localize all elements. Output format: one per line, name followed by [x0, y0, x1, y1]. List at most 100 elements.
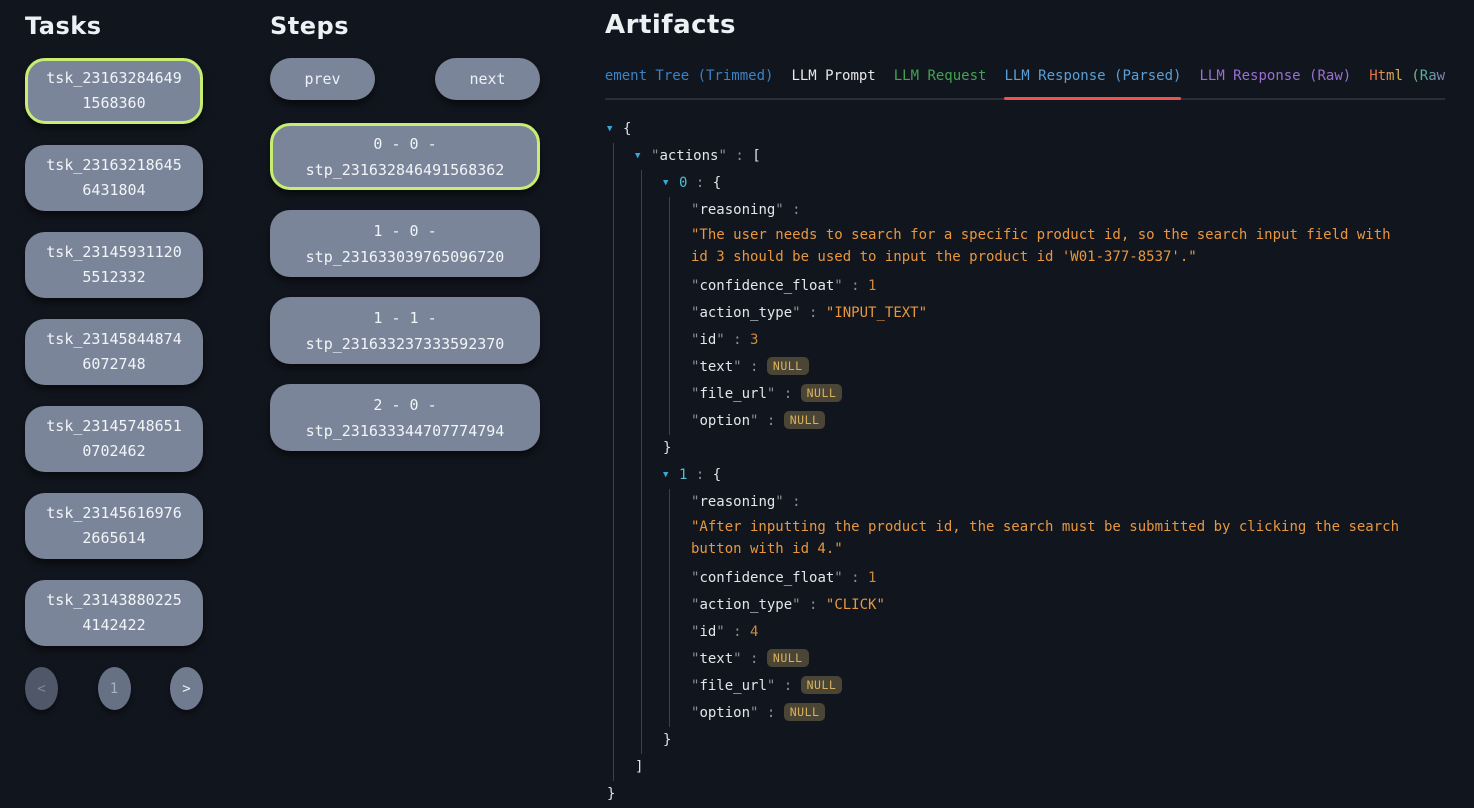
json-token: : — [742, 651, 767, 667]
json-token: { — [713, 175, 721, 191]
step-item-button[interactable]: 1 - 0 - stp_231633039765096720 — [270, 210, 540, 277]
json-token: : — [727, 148, 752, 164]
artifacts-tabbar: Element Tree (Trimmed) LLM Prompt LLM Requ… — [605, 64, 1445, 100]
null-badge: NULL — [784, 411, 826, 429]
json-line: ▼0 : { — [663, 170, 1445, 197]
json-token: : — [687, 467, 712, 483]
json-token: : — [742, 359, 767, 375]
task-item-button[interactable]: tsk_231438802254142422 — [25, 580, 203, 646]
json-token: " — [716, 624, 724, 640]
steps-next-button[interactable]: next — [435, 58, 540, 100]
json-token: " — [775, 494, 783, 510]
task-item-button[interactable]: tsk_231456169762665614 — [25, 493, 203, 559]
json-line: } — [607, 781, 1445, 808]
json-line: "action_type" : "INPUT_TEXT" — [691, 300, 1445, 327]
step-item-button[interactable]: 1 - 1 - stp_231633237333592370 — [270, 297, 540, 364]
json-token: : — [843, 570, 868, 586]
json-line: "id" : 3 — [691, 327, 1445, 354]
artifact-tab[interactable]: Element Tree (Trimmed) — [605, 64, 773, 98]
json-token: ] — [635, 759, 643, 775]
json-line: "confidence_float" : 1 — [691, 273, 1445, 300]
json-string-value: "The user needs to search for a specific… — [691, 224, 1415, 268]
json-token: : — [725, 332, 750, 348]
json-key: confidence_float — [699, 570, 834, 586]
json-line: "text" : NULL — [691, 646, 1445, 673]
collapse-toggle-icon[interactable]: ▼ — [663, 462, 668, 489]
json-line: ▼1 : { — [663, 462, 1445, 489]
pagination-page-1-button[interactable]: 1 — [98, 667, 131, 710]
steps-panel: Steps prev next 0 - 0 - stp_231632846491… — [270, 12, 540, 471]
json-key: actions — [659, 148, 718, 164]
null-badge: NULL — [767, 649, 809, 667]
null-badge: NULL — [801, 384, 843, 402]
json-key: option — [699, 413, 750, 429]
json-token: { — [713, 467, 721, 483]
null-badge: NULL — [784, 703, 826, 721]
task-item-button[interactable]: tsk_231458448746072748 — [25, 319, 203, 385]
task-item-button[interactable]: tsk_231457486510702462 — [25, 406, 203, 472]
json-number-value: 1 — [868, 278, 876, 294]
json-token: " — [792, 597, 800, 613]
artifact-tab[interactable]: LLM Request — [894, 64, 987, 98]
pagination-next-button[interactable]: > — [170, 667, 203, 710]
artifact-tab[interactable]: LLM Prompt — [791, 64, 875, 98]
json-line: "confidence_float" : 1 — [691, 565, 1445, 592]
json-token: " — [733, 651, 741, 667]
artifact-tab[interactable]: Html (Raw) — [1369, 64, 1445, 98]
json-key: action_type — [699, 597, 792, 613]
null-badge: NULL — [801, 676, 843, 694]
json-token: " — [733, 359, 741, 375]
json-token: " — [775, 202, 783, 218]
json-token: : — [758, 413, 783, 429]
json-token: : — [843, 278, 868, 294]
json-key: option — [699, 705, 750, 721]
task-item-button[interactable]: tsk_231632186456431804 — [25, 145, 203, 211]
steps-nav: prev next — [270, 58, 540, 100]
json-token: " — [834, 278, 842, 294]
json-token: : — [784, 494, 801, 510]
json-block: ▼"actions" : [▼0 : {"reasoning" :"The us… — [613, 143, 1445, 781]
json-key: reasoning — [699, 494, 775, 510]
pagination-prev-button[interactable]: < — [25, 667, 58, 710]
json-line: "option" : NULL — [691, 408, 1445, 435]
json-line: ] — [635, 754, 1445, 781]
json-token: : — [775, 678, 800, 694]
json-token: " — [716, 332, 724, 348]
steps-prev-button[interactable]: prev — [270, 58, 375, 100]
task-pagination: < 1 > — [25, 667, 203, 710]
collapse-toggle-icon[interactable]: ▼ — [635, 143, 640, 170]
json-line: ▼{ — [607, 116, 1445, 143]
json-token: : — [801, 597, 826, 613]
json-key: action_type — [699, 305, 792, 321]
json-token: : — [775, 386, 800, 402]
tasks-panel: Tasks tsk_231632846491568360 tsk_23163218… — [25, 12, 203, 710]
task-item-button[interactable]: tsk_231632846491568360 — [25, 58, 203, 124]
null-badge: NULL — [767, 357, 809, 375]
step-item-button[interactable]: 2 - 0 - stp_231633344707774794 — [270, 384, 540, 451]
json-key: id — [699, 624, 716, 640]
steps-title: Steps — [270, 12, 540, 40]
json-token: : — [725, 624, 750, 640]
json-number-value: 1 — [868, 570, 876, 586]
json-tree-view: ▼{▼"actions" : [▼0 : {"reasoning" :"The … — [605, 116, 1445, 808]
collapse-toggle-icon[interactable]: ▼ — [607, 116, 612, 143]
tasks-title: Tasks — [25, 12, 203, 40]
json-key: text — [699, 359, 733, 375]
json-line: "action_type" : "CLICK" — [691, 592, 1445, 619]
collapse-toggle-icon[interactable]: ▼ — [663, 170, 668, 197]
artifact-tab[interactable]: LLM Response (Parsed) — [1004, 64, 1181, 98]
step-list: 0 - 0 - stp_231632846491568362 1 - 0 - st… — [270, 123, 540, 451]
json-line: ▼"actions" : [ — [635, 143, 1445, 170]
artifact-tab[interactable]: LLM Response (Raw) — [1199, 64, 1351, 98]
json-key: confidence_float — [699, 278, 834, 294]
json-key: file_url — [699, 678, 766, 694]
task-item-button[interactable]: tsk_231459311205512332 — [25, 232, 203, 298]
json-line: "reasoning" : — [691, 489, 1445, 516]
json-token: " — [718, 148, 726, 164]
json-number-value: 3 — [750, 332, 758, 348]
json-line: "id" : 4 — [691, 619, 1445, 646]
json-block: "reasoning" :"After inputting the produc… — [669, 489, 1445, 727]
task-list: tsk_231632846491568360 tsk_23163218645643… — [25, 58, 203, 646]
json-line: "reasoning" : — [691, 197, 1445, 224]
step-item-button[interactable]: 0 - 0 - stp_231632846491568362 — [270, 123, 540, 190]
